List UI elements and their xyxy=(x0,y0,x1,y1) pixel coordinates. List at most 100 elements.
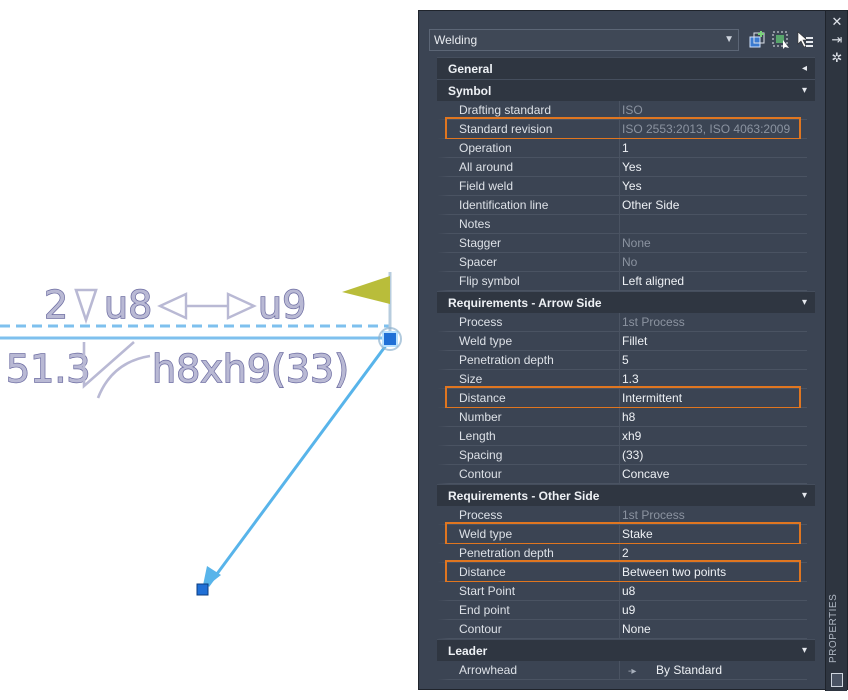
other-dims-text: h8xh9(33) xyxy=(152,347,349,391)
property-label: Arrowhead xyxy=(437,661,619,680)
property-row[interactable]: Stagger None xyxy=(437,234,815,253)
property-row[interactable]: Size 1.3 xyxy=(437,370,815,389)
property-value[interactable]: -▸ By Standard xyxy=(619,661,807,680)
property-label: Operation xyxy=(437,139,619,158)
property-row[interactable]: End point u9 xyxy=(437,601,815,620)
property-label: Drafting standard xyxy=(437,101,619,120)
property-value[interactable]: 1st Process xyxy=(619,313,807,332)
property-row[interactable]: Drafting standard ISO xyxy=(437,101,815,120)
property-label: Penetration depth xyxy=(437,544,619,563)
section-header-symbol[interactable]: Symbol ▾ xyxy=(437,79,815,101)
property-label: Weld type xyxy=(437,525,619,544)
property-value[interactable]: ISO 2553:2013, ISO 4063:2009 xyxy=(619,120,807,139)
property-label: Flip symbol xyxy=(437,272,619,291)
property-row[interactable]: Length xh9 xyxy=(437,427,815,446)
chevron-left-icon[interactable]: ◂ xyxy=(802,58,807,80)
property-row[interactable]: Identification line Other Side xyxy=(437,196,815,215)
properties-body: Welding ▼ General ◂ Symbol ▾ Drafting st… xyxy=(427,27,827,689)
property-value[interactable]: (33) xyxy=(619,446,807,465)
palette-menu-icon[interactable] xyxy=(831,673,843,687)
property-row[interactable]: Process 1st Process xyxy=(437,313,815,332)
field-weld-flag xyxy=(342,276,390,304)
property-value[interactable]: h8 xyxy=(619,408,807,427)
property-row[interactable]: Penetration depth 5 xyxy=(437,351,815,370)
property-value[interactable]: No xyxy=(619,253,807,272)
property-value-text: By Standard xyxy=(656,663,723,677)
property-value[interactable]: xh9 xyxy=(619,427,807,446)
chevron-down-icon[interactable]: ▾ xyxy=(802,485,807,507)
property-row[interactable]: Operation 1 xyxy=(437,139,815,158)
chevron-down-icon: ▼ xyxy=(724,34,734,45)
palette-title: PROPERTIES xyxy=(828,593,839,663)
toggle-pickadd-icon[interactable] xyxy=(795,30,815,50)
property-value[interactable]: 5 xyxy=(619,351,807,370)
section-header-general[interactable]: General ◂ xyxy=(437,57,815,79)
property-value[interactable]: Concave xyxy=(619,465,807,484)
property-row[interactable]: Number h8 xyxy=(437,408,815,427)
property-value[interactable]: 1 xyxy=(619,139,807,158)
object-type-dropdown[interactable]: Welding ▼ xyxy=(429,29,739,51)
close-icon[interactable]: ✕ xyxy=(826,13,848,31)
gear-icon[interactable]: ✲ xyxy=(826,49,848,67)
property-value[interactable]: Other Side xyxy=(619,196,807,215)
property-row[interactable]: Flip symbol Left aligned xyxy=(437,272,815,291)
property-label: All around xyxy=(437,158,619,177)
section-header-leader[interactable]: Leader ▾ xyxy=(437,639,815,661)
property-row[interactable]: Spacing (33) xyxy=(437,446,815,465)
property-value[interactable]: u8 xyxy=(619,582,807,601)
property-row[interactable]: Distance Between two points xyxy=(437,560,815,583)
auto-hide-icon[interactable]: ⇥ xyxy=(826,31,848,49)
section-header-requirements-other-side[interactable]: Requirements - Other Side ▾ xyxy=(437,484,815,506)
property-value[interactable]: 2 xyxy=(619,544,807,563)
property-label: End point xyxy=(437,601,619,620)
property-row[interactable]: Weld type Fillet xyxy=(437,332,815,351)
grip-end[interactable] xyxy=(196,583,209,596)
property-value[interactable]: Left aligned xyxy=(619,272,807,291)
chevron-down-icon[interactable]: ▾ xyxy=(802,292,807,314)
property-row[interactable]: Process 1st Process xyxy=(437,506,815,525)
select-objects-icon[interactable] xyxy=(771,30,791,50)
property-row[interactable]: Arrowhead -▸ By Standard xyxy=(437,661,815,680)
property-grid: General ◂ Symbol ▾ Drafting standard ISO Stand… xyxy=(437,57,815,680)
chevron-down-icon[interactable]: ▾ xyxy=(802,80,807,102)
drawing-canvas[interactable]: 2 u8 u9 51.3 h8xh9(33) xyxy=(0,0,418,700)
property-row[interactable]: Standard revision ISO 2553:2013, ISO 4063… xyxy=(437,117,815,140)
property-row[interactable]: Spacer No xyxy=(437,253,815,272)
property-value[interactable]: 1st Process xyxy=(619,506,807,525)
other-size-text: 51.3 xyxy=(6,347,91,391)
property-value[interactable]: None xyxy=(619,620,807,639)
property-row[interactable]: Start Point u8 xyxy=(437,582,815,601)
property-row[interactable]: All around Yes xyxy=(437,158,815,177)
property-value[interactable]: Fillet xyxy=(619,332,807,351)
quick-select-icon[interactable] xyxy=(747,30,767,50)
property-value[interactable]: ISO xyxy=(619,101,807,120)
property-value[interactable]: Intermittent xyxy=(619,389,807,408)
property-value[interactable]: Between two points xyxy=(619,563,807,582)
property-row[interactable]: Field weld Yes xyxy=(437,177,815,196)
chevron-down-icon[interactable]: ▾ xyxy=(802,640,807,662)
property-value[interactable]: Yes xyxy=(619,158,807,177)
property-row[interactable]: Notes xyxy=(437,215,815,234)
property-value[interactable]: 1.3 xyxy=(619,370,807,389)
section-title: General xyxy=(448,62,493,76)
object-type-label: Welding xyxy=(434,33,478,47)
arrowhead-icon: -▸ xyxy=(628,666,637,677)
section-header-requirements-arrow-side[interactable]: Requirements - Arrow Side ▾ xyxy=(437,291,815,313)
grip-start[interactable] xyxy=(382,331,398,347)
property-value[interactable] xyxy=(619,215,807,234)
property-label: Length xyxy=(437,427,619,446)
property-row[interactable]: Contour None xyxy=(437,620,815,639)
property-value[interactable]: Yes xyxy=(619,177,807,196)
property-row[interactable]: Contour Concave xyxy=(437,465,815,484)
property-value[interactable]: None xyxy=(619,234,807,253)
property-value[interactable]: u9 xyxy=(619,601,807,620)
property-row[interactable]: Penetration depth 2 xyxy=(437,544,815,563)
property-row[interactable]: Distance Intermittent xyxy=(437,386,815,409)
property-label: Distance xyxy=(437,563,619,582)
section-title: Symbol xyxy=(448,84,492,98)
right-arrowhead xyxy=(226,292,257,320)
palette-side-strip: ✕ ⇥ ✲ PROPERTIES xyxy=(825,11,847,691)
property-row[interactable]: Weld type Stake xyxy=(437,522,815,545)
property-label: Distance xyxy=(437,389,619,408)
property-value[interactable]: Stake xyxy=(619,525,807,544)
